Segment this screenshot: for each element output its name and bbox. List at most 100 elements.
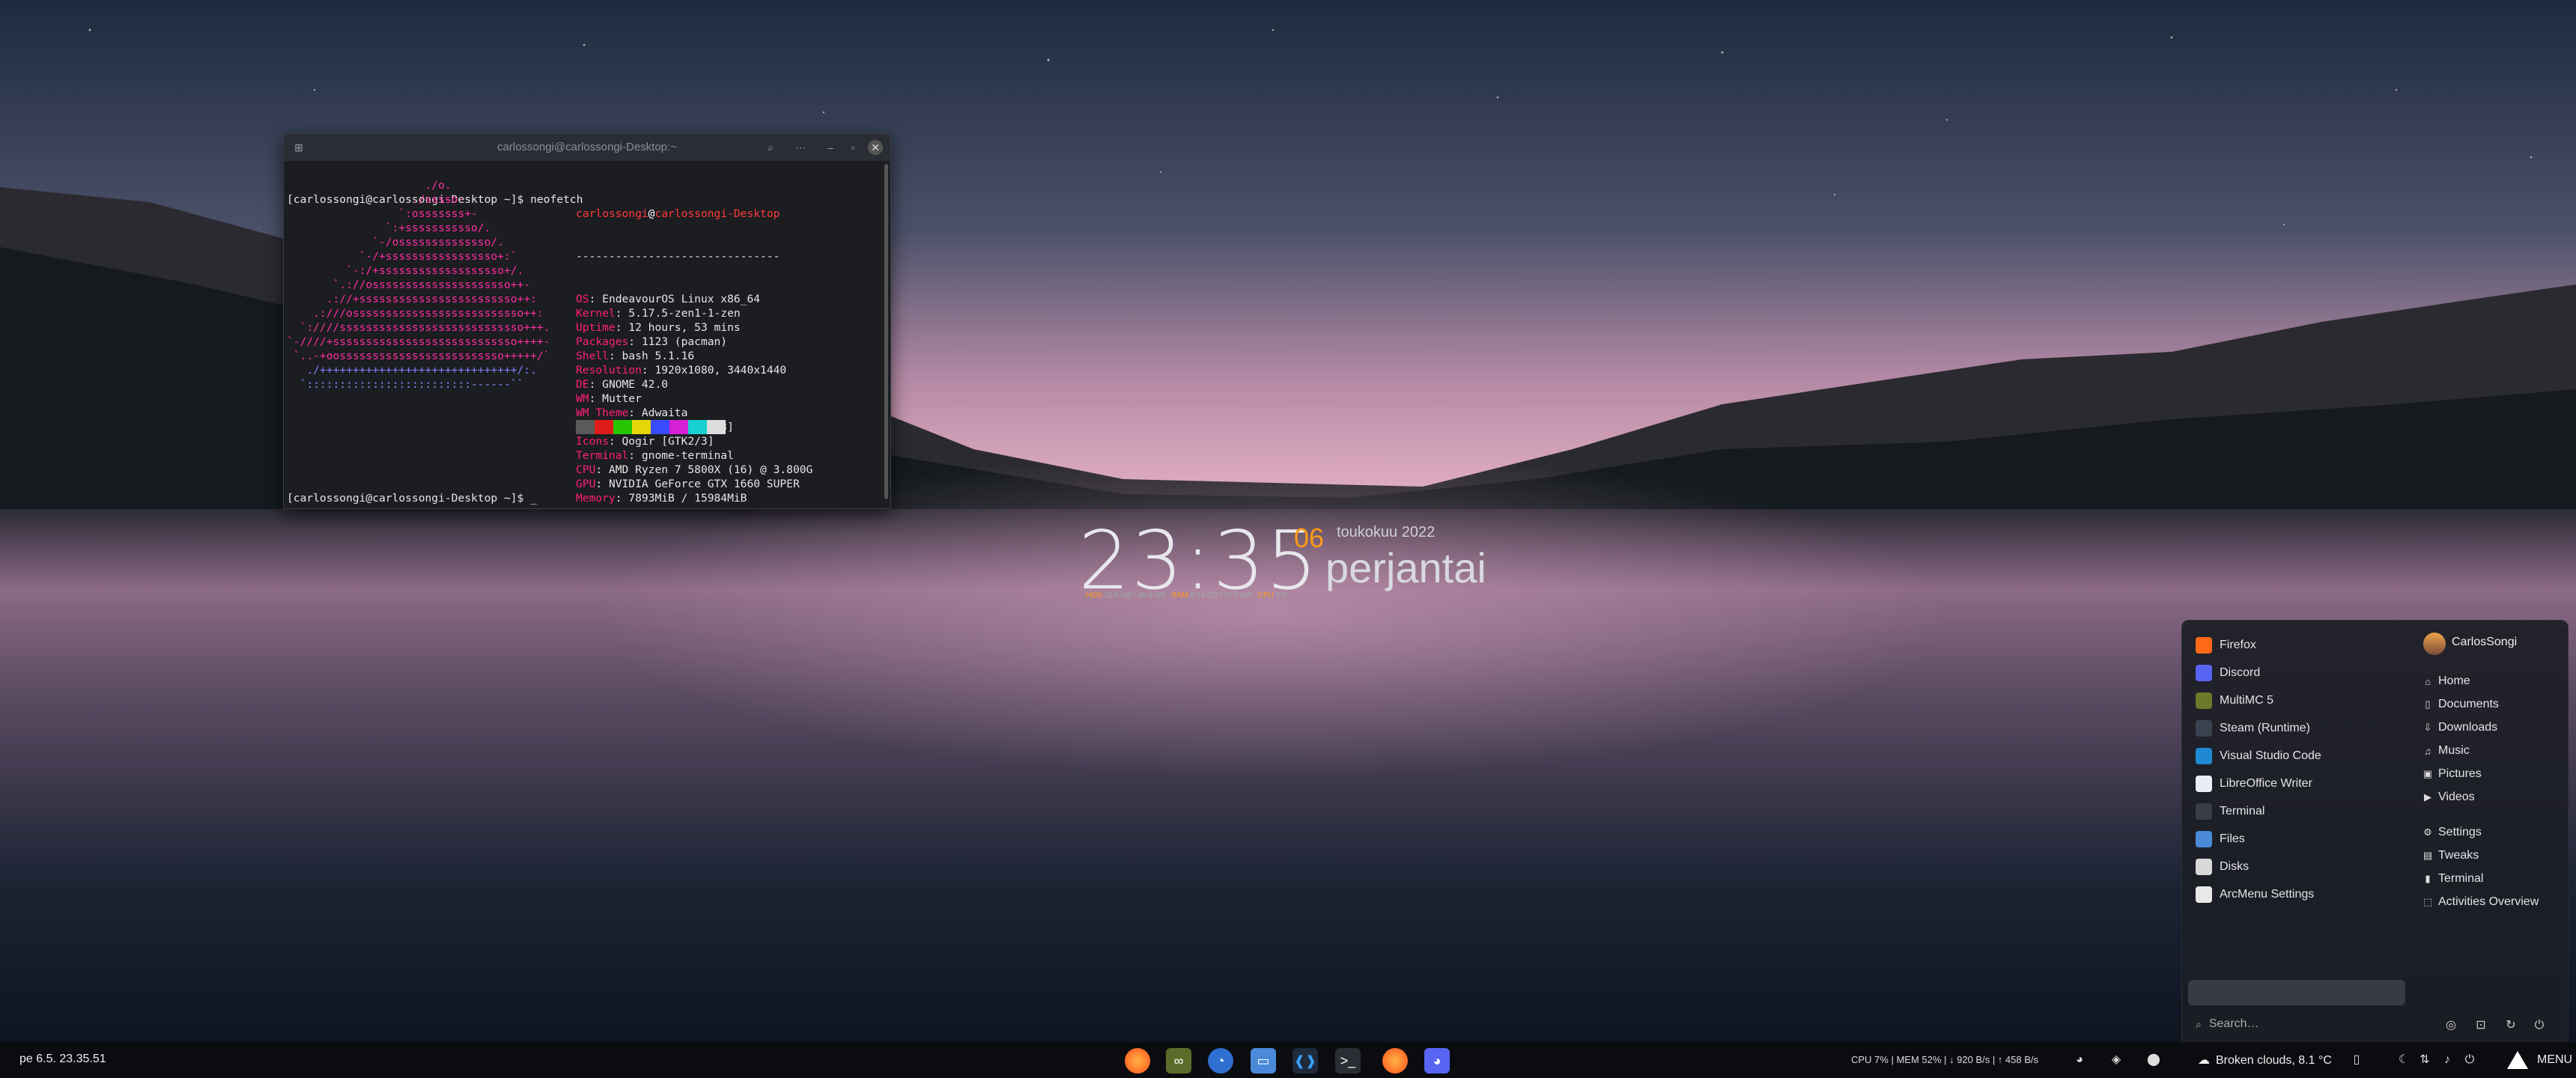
app-item[interactable]: Files [2196, 826, 2245, 852]
restart-icon[interactable]: ↻ [2503, 1017, 2519, 1034]
neofetch-art-line: `:::::::::::::::::::::::::------`` [287, 378, 524, 391]
app-item[interactable]: Visual Studio Code [2196, 743, 2321, 769]
multimc-icon[interactable]: ∞ [1166, 1048, 1191, 1074]
menu-search-highlight[interactable] [2188, 980, 2405, 1005]
palette-swatch [576, 420, 595, 434]
place-label: Documents [2438, 698, 2499, 710]
chat-icon[interactable]: ◔ [1208, 1048, 1233, 1074]
app-item[interactable]: Firefox [2196, 633, 2256, 658]
vscode-icon[interactable]: ❰❱ [1292, 1048, 1318, 1074]
videos-icon: ▶ [2424, 791, 2431, 803]
palette-swatch [613, 420, 632, 434]
place-item[interactable]: ▤ Tweaks [2422, 844, 2479, 867]
discord-icon [2196, 665, 2212, 681]
neofetch-art-line: `-:/+sssssssssssssssssso+/. [287, 264, 524, 277]
avatar[interactable] [2423, 633, 2446, 655]
place-item[interactable]: ▯ Documents [2422, 693, 2499, 716]
weather-indicator[interactable]: ☁ Broken clouds, 8.1 °C [2198, 1053, 2332, 1068]
terminal-scrollbar[interactable] [884, 164, 888, 499]
app-label: Discord [2220, 666, 2261, 679]
neofetch-art-line: `..-+oosssssssssssssssssssssssso+++++/` [287, 350, 550, 362]
arcmenu-button[interactable]: MENU [2501, 1042, 2576, 1078]
document-icon: ▯ [2425, 698, 2431, 710]
terminal-titlebar[interactable]: ⊞ carlossongi@carlossongi-Desktop:~ ⌕ ⋯ … [284, 134, 890, 161]
network-icon[interactable]: ⇅ [2416, 1051, 2434, 1069]
app-item[interactable]: LibreOffice Writer [2196, 771, 2312, 797]
clock-day: 06 [1294, 523, 1325, 553]
discord-icon[interactable]: ◕ [1424, 1048, 1450, 1074]
discord-tray-icon[interactable]: ◕ [2071, 1051, 2089, 1069]
firefox-icon[interactable] [1382, 1048, 1408, 1074]
search-icon[interactable]: ⌕ [763, 140, 778, 155]
arcmenu-settings-icon [2196, 886, 2212, 903]
palette-swatch [669, 420, 688, 434]
place-item[interactable]: ▶ Videos [2422, 786, 2475, 808]
neofetch-art-line: .://+ssssssssssssssssssssssso++: [287, 293, 537, 305]
color-palette [576, 420, 726, 434]
panel-clock[interactable]: pe 6.5. 23.35.51 [19, 1053, 106, 1066]
neofetch-info-row: DE: GNOME 42.0 [576, 378, 669, 391]
place-item[interactable]: ▮ Terminal [2422, 868, 2483, 890]
neofetch-info-row: Icons: Qogir [GTK2/3] [576, 435, 714, 448]
steam-icon [2196, 720, 2212, 737]
multimc-icon [2196, 692, 2212, 709]
firefox-icon [2196, 637, 2212, 654]
power-icon[interactable]: ⏻ [2531, 1017, 2548, 1034]
terminal-output[interactable]: [carlossongi@carlossongi-Desktop ~]$ neo… [287, 164, 880, 505]
place-item[interactable]: ⚙ Settings [2422, 821, 2482, 844]
power-icon[interactable]: ⏻ [2461, 1051, 2479, 1069]
app-label: Files [2220, 832, 2245, 845]
app-item[interactable]: Disks [2196, 854, 2249, 880]
power-options-icon[interactable]: ◎ [2443, 1017, 2459, 1034]
menu-label: MENU [2537, 1053, 2573, 1066]
new-tab-icon[interactable]: ⊞ [291, 140, 306, 155]
system-monitor[interactable]: CPU 7% | MEM 52% | ↓ 920 B/s | ↑ 458 B/s [1851, 1054, 2038, 1065]
place-item[interactable]: ⇩ Downloads [2422, 716, 2498, 739]
activities-icon: ⬚ [2422, 896, 2433, 907]
place-label: Tweaks [2438, 849, 2479, 862]
search-icon: ⌕ [2196, 1017, 2202, 1030]
neofetch-userhost: carlossongi@carlossongi-Desktop [576, 207, 780, 220]
neofetch-art-line: ./o. [287, 179, 452, 192]
mouse-battery-icon[interactable]: ▯ [2348, 1051, 2366, 1069]
maximize-icon[interactable]: ▫ [845, 140, 860, 155]
files-icon[interactable]: ▭ [1251, 1048, 1276, 1074]
app-label: ArcMenu Settings [2220, 888, 2315, 901]
place-label: Terminal [2438, 872, 2484, 885]
close-icon[interactable]: ✕ [868, 140, 883, 155]
neofetch-art-line: `:osssssss+- [287, 207, 478, 220]
search-input[interactable]: ⌕ Search… [2188, 1011, 2405, 1037]
vpn-shield-icon[interactable]: ◈ [2107, 1051, 2125, 1069]
firefox-icon[interactable] [1125, 1048, 1150, 1074]
disks-icon [2196, 859, 2212, 875]
place-item[interactable]: ⬚ Activities Overview [2422, 891, 2539, 913]
neofetch-info-row: WM: Mutter [576, 392, 642, 405]
place-item[interactable]: ⌂ Home [2422, 670, 2470, 692]
minimize-icon[interactable]: – [823, 140, 838, 155]
user-name[interactable]: CarlosSongi [2452, 636, 2517, 649]
neofetch-art-line: `-/ossssssssssssso/. [287, 236, 504, 249]
menu-icon[interactable]: ⋯ [793, 140, 808, 155]
neofetch-info-row: Terminal: gnome-terminal [576, 449, 734, 462]
terminal-icon[interactable]: >_ [1335, 1048, 1361, 1074]
app-item[interactable]: Steam (Runtime) [2196, 716, 2310, 741]
palette-swatch [707, 420, 726, 434]
neofetch-info-row: Resolution: 1920x1080, 3440x1440 [576, 364, 787, 377]
update-icon[interactable]: ⬤ [2145, 1051, 2163, 1069]
volume-icon[interactable]: ♪ [2438, 1051, 2456, 1069]
pictures-icon: ▣ [2422, 768, 2433, 779]
night-light-icon[interactable]: ☾ [2395, 1051, 2413, 1069]
neofetch-art-line: `.://osssssssssssssssssssso++- [287, 278, 531, 291]
lock-icon[interactable]: ⊡ [2473, 1017, 2489, 1034]
terminal-icon [2196, 803, 2212, 820]
app-item[interactable]: MultiMC 5 [2196, 688, 2273, 713]
place-label: Downloads [2438, 721, 2498, 734]
neofetch-art-line: `-/+sssssssssssssssso+:` [287, 250, 517, 263]
place-item[interactable]: ▣ Pictures [2422, 763, 2482, 785]
app-label: Disks [2220, 860, 2250, 873]
app-item[interactable]: Terminal [2196, 799, 2264, 824]
app-item[interactable]: Discord [2196, 660, 2260, 686]
app-item[interactable]: ArcMenu Settings [2196, 882, 2314, 907]
terminal-window[interactable]: ⊞ carlossongi@carlossongi-Desktop:~ ⌕ ⋯ … [283, 133, 891, 509]
place-item[interactable]: ♫ Music [2422, 740, 2470, 762]
